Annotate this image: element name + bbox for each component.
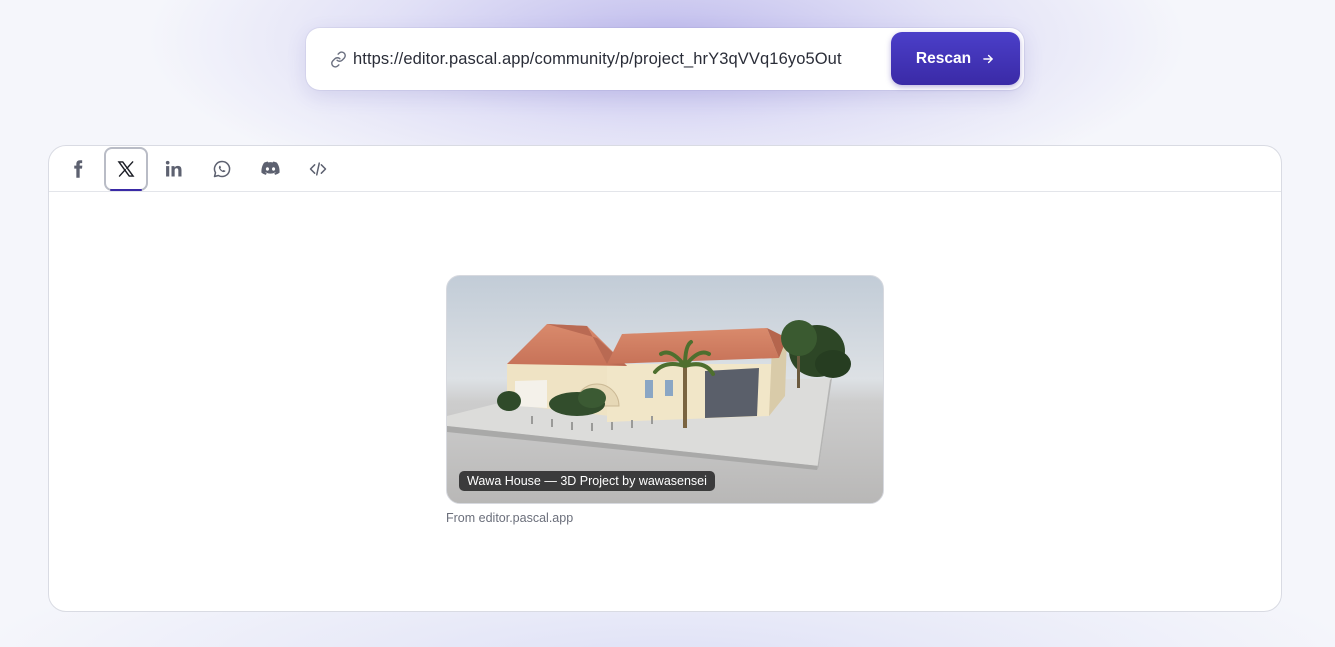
rescan-label: Rescan bbox=[915, 49, 972, 67]
tab-discord[interactable] bbox=[248, 147, 292, 191]
platform-tabs bbox=[49, 146, 1281, 192]
linkedin-icon bbox=[165, 160, 182, 176]
preview-caption: Wawa House — 3D Project by wawasensei bbox=[459, 471, 715, 491]
link-icon bbox=[330, 50, 347, 68]
preview-card[interactable]: Wawa House — 3D Project by wawasensei bbox=[446, 275, 884, 504]
url-input[interactable]: https://editor.pascal.app/community/p/pr… bbox=[353, 50, 873, 69]
share-preview-panel: Wawa House — 3D Project by wawasensei Fr… bbox=[48, 145, 1282, 612]
page: https://editor.pascal.app/community/p/pr… bbox=[0, 0, 1335, 647]
discord-icon bbox=[260, 161, 280, 175]
whatsapp-icon bbox=[213, 160, 231, 177]
preview-source: From editor.pascal.app bbox=[446, 511, 574, 525]
tab-x[interactable] bbox=[104, 146, 148, 191]
facebook-icon bbox=[74, 159, 83, 178]
tab-embed[interactable] bbox=[296, 147, 340, 191]
x-icon bbox=[117, 160, 135, 177]
rescan-button[interactable]: Rescan bbox=[891, 32, 1020, 85]
arrow-right-icon bbox=[981, 52, 995, 66]
tab-facebook[interactable] bbox=[56, 147, 100, 191]
tab-whatsapp[interactable] bbox=[200, 147, 244, 191]
preview-image bbox=[447, 276, 883, 503]
code-icon bbox=[309, 161, 327, 176]
url-bar: https://editor.pascal.app/community/p/pr… bbox=[306, 28, 1024, 90]
tab-linkedin[interactable] bbox=[152, 147, 196, 191]
